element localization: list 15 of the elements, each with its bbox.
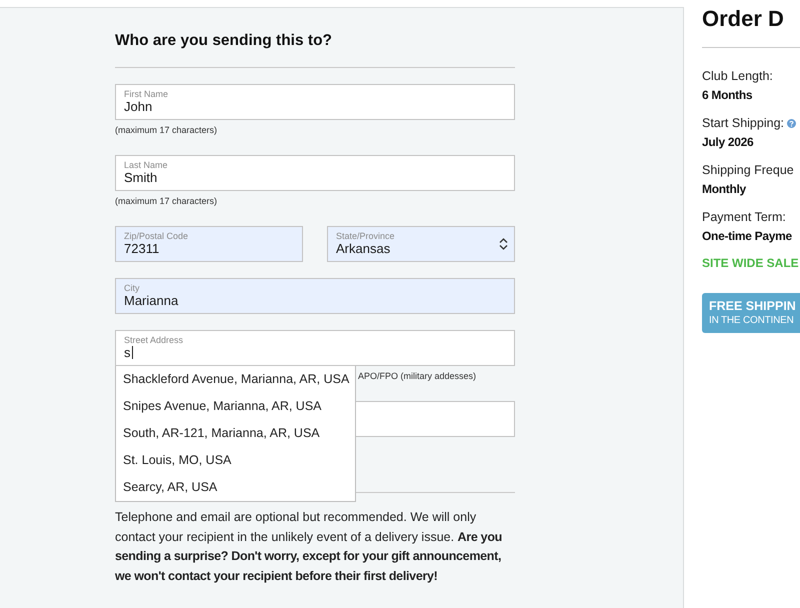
- detail-value: July 2026: [702, 134, 754, 151]
- detail-label: Shipping Freque: [702, 162, 794, 179]
- detail-value: Monthly: [702, 181, 747, 198]
- detail-label: Club Length:: [702, 68, 773, 85]
- detail-value: One-time Payme: [702, 228, 793, 245]
- order-title: Order D: [702, 5, 785, 33]
- field-hint: (maximum 17 characters): [115, 195, 218, 207]
- contact-notice: Telephone and email are optional but recommended. We will only contact your recipient in the unlikely event of a delivery issue. Are you sending a surprise? Don't worry, except for your gift announcement, we won't contact your recipient before their first delivery!: [115, 509, 503, 585]
- field-hint: APO/FPO (military addesses): [358, 370, 478, 382]
- detail-value: 6 Months: [702, 87, 754, 104]
- form-title: Who are you sending this to?: [115, 31, 333, 51]
- sale-note: SITE WIDE SALE: [702, 255, 800, 272]
- detail-label: Payment Term:: [702, 209, 786, 226]
- detail-label: Start Shipping:: [702, 115, 784, 132]
- field-hint: (maximum 17 characters): [115, 124, 218, 136]
